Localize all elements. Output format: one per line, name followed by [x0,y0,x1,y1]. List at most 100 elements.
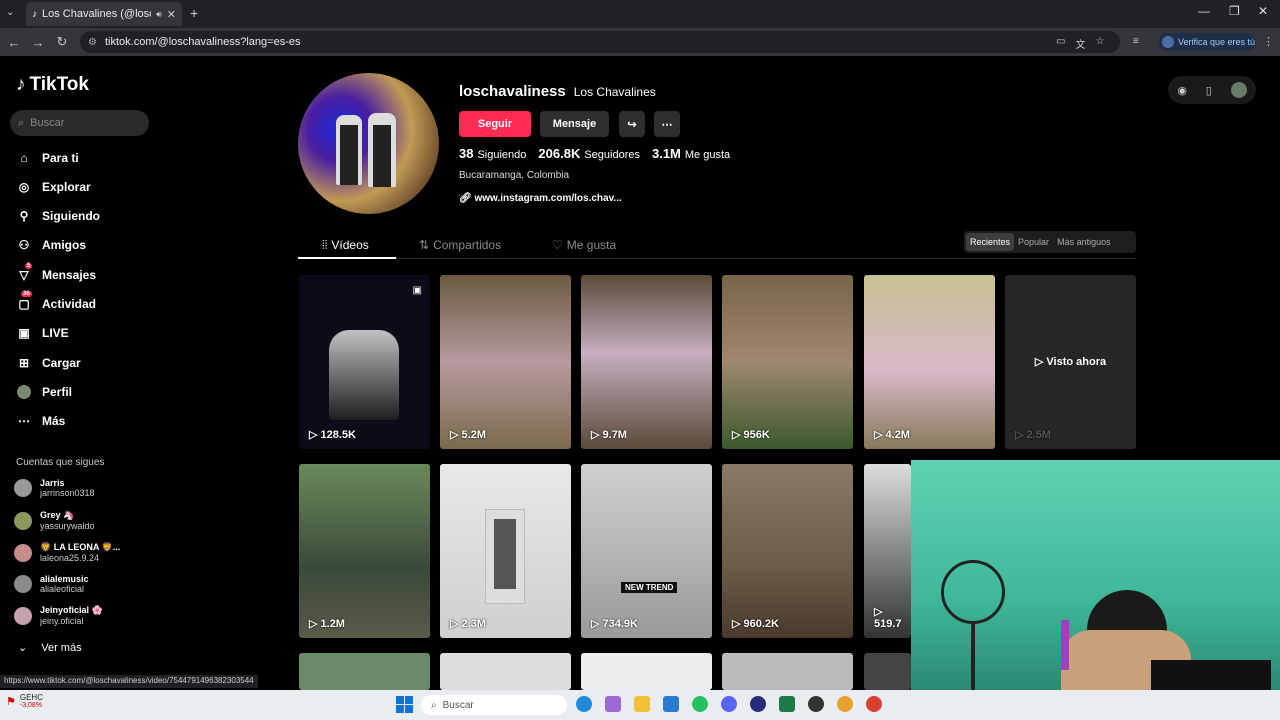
nav-item-cargar[interactable]: ⊞ Cargar [16,351,81,375]
followers-stat[interactable]: 206.8K Seguidores [538,146,640,161]
stock-widget[interactable]: ⚑ GEHC -3,08% [6,693,43,709]
video-tile[interactable] [864,653,911,690]
coins-icon[interactable]: ◉ [1177,84,1187,97]
follow-button[interactable]: Seguir [459,111,531,137]
copilot-icon[interactable] [605,696,621,712]
excel-icon[interactable] [779,696,795,712]
discord-icon[interactable] [721,696,737,712]
account-user: laleona25.9.24 [40,553,100,563]
followed-account[interactable]: Jarris jarrinson0318 [14,478,95,498]
edge-icon[interactable] [576,696,592,712]
whatsapp-icon[interactable] [692,696,708,712]
stock-symbol: GEHC [19,693,43,702]
more-options-icon[interactable]: ⋯ [654,111,680,137]
video-tile[interactable]: ▣ ▷ 128.5K [299,275,430,449]
tab-label: Vídeos [331,238,369,252]
nav-item-perfil[interactable]: Perfil [16,380,72,404]
file-explorer-icon[interactable] [634,696,650,712]
see-more-button[interactable]: ⌄ Ver más [18,641,82,655]
tiktok-logo[interactable]: ♪ TikTok [16,74,89,96]
followed-account[interactable]: Grey 🦄 yassurywaldo [14,510,95,531]
stock-change: -3,08% [19,702,43,709]
forward-icon[interactable]: → [26,30,50,54]
profile-avatar[interactable] [298,73,439,214]
device-icon[interactable]: ▯ [1206,84,1212,97]
video-tile[interactable]: NEW TREND ▷ 734.9K [581,464,712,638]
user-avatar[interactable] [1230,82,1247,98]
speaker-icon[interactable]: 🔊︎ [156,9,162,20]
video-tile[interactable]: ▷ 9.7M [581,275,712,449]
nav-label: Actividad [42,297,97,311]
reading-list-icon[interactable]: ≡ [1133,36,1139,47]
tab-list-chevron-icon[interactable]: ⌄ [6,7,14,18]
followed-account[interactable]: alialemusic alialeoficial [14,574,89,594]
video-tile[interactable]: ▷ 1.2M [299,464,430,638]
see-more-label: Ver más [41,641,82,654]
back-icon[interactable]: ← [2,30,26,54]
account-user: jeiny.oficial [40,616,84,626]
video-tile[interactable]: ▷ Visto ahora ▷ 2.5M [1005,275,1136,449]
reload-icon[interactable]: ↻ [50,30,74,54]
video-tile[interactable] [581,653,712,690]
maximize-icon[interactable]: ❐ [1229,4,1240,18]
followed-account[interactable]: Jeinyoficial 🌸 jeiny.oficial [14,605,103,626]
nav-item-actividad[interactable]: ▢ 36 Actividad [16,291,97,316]
browser-menu-icon[interactable]: ⋮ [1263,35,1274,48]
nav-label: Para ti [42,151,79,165]
browser-tab[interactable]: ♪ Los Chavalines (@loschaval... 🔊︎ ✕ [26,2,182,26]
url-text: tiktok.com/@loschavaliness?lang=es-es [104,36,301,48]
nav-item-para-ti[interactable]: ⌂ Para ti [16,146,79,170]
close-tab-icon[interactable]: ✕ [167,8,176,21]
video-tile[interactable]: ▷ 960.2K [722,464,853,638]
capture-app-icon[interactable] [808,696,824,712]
address-bar[interactable]: ⚙ tiktok.com/@loschavaliness?lang=es-es [80,31,1120,53]
nav-item-explorar[interactable]: ◎ Explorar [16,175,91,199]
tab-videos[interactable]: ⦙⦙ Vídeos [322,233,369,257]
nav-item-siguiendo[interactable]: ⚲ Siguiendo [16,204,100,228]
video-tile[interactable] [299,653,430,690]
tab-compartidos[interactable]: ⇅ Compartidos [419,233,501,257]
cast-icon[interactable]: ▭ [1056,36,1065,51]
search-input[interactable]: ⌕ Buscar [10,110,149,136]
sort-popular[interactable]: Popular [1014,233,1053,251]
store-icon[interactable] [663,696,679,712]
close-window-icon[interactable]: ✕ [1258,4,1268,18]
nav-label: Cargar [42,356,81,370]
bookmark-star-icon[interactable]: ☆ [1095,36,1104,51]
obs-icon[interactable] [750,696,766,712]
followed-account[interactable]: 🦁 LA LEONA 🦁... laleona25.9.24 [14,542,120,563]
taskbar-search[interactable]: ⌕ Buscar [421,695,567,715]
message-button[interactable]: Mensaje [540,111,609,137]
translate-icon[interactable]: 文 [1075,36,1085,51]
site-info-icon[interactable]: ⚙ [88,37,97,48]
webcam-overlay [911,460,1280,690]
tiktok-favicon-icon: ♪ [32,8,37,20]
live-icon: ▣ [18,326,30,340]
nav-item-live[interactable]: ▣ LIVE [16,321,68,345]
tab-me-gusta[interactable]: ♡ Me gusta [552,233,616,257]
video-tile[interactable]: ▷ 2.3M [440,464,571,638]
account-name: Jeinyoficial 🌸 [40,605,103,615]
chrome-icon[interactable] [837,696,853,712]
new-tab-icon[interactable]: + [190,5,198,21]
chrome-active-icon[interactable] [866,696,882,712]
sort-mas-antiguos[interactable]: Más antiguos [1053,233,1115,251]
following-icon: ⚲ [19,209,29,223]
following-stat[interactable]: 38 Siguiendo [459,146,526,161]
nav-item-amigos[interactable]: ⚇ Amigos [16,233,86,257]
video-tile[interactable]: ▷ 519.7 [864,464,911,638]
minimize-icon[interactable]: — [1198,4,1210,18]
nav-item-mensajes[interactable]: ▽ 5 Mensajes [16,263,96,287]
home-icon: ⌂ [20,151,28,165]
verify-button[interactable]: Verifica que eres tú [1158,33,1256,51]
sort-recientes[interactable]: Recientes [966,233,1015,251]
video-tile[interactable]: ▷ 956K [722,275,853,449]
video-tile[interactable] [440,653,571,690]
share-icon[interactable]: ↪ [619,111,645,137]
video-tile[interactable] [722,653,853,690]
nav-item-mas[interactable]: ⋯ Más [16,409,65,433]
video-tile[interactable]: ▷ 5.2M [440,275,571,449]
profile-link[interactable]: 🔗︎ www.instagram.com/los.chav... [459,193,622,204]
video-tile[interactable]: ▷ 4.2M [864,275,995,449]
windows-start-icon[interactable] [396,696,413,713]
